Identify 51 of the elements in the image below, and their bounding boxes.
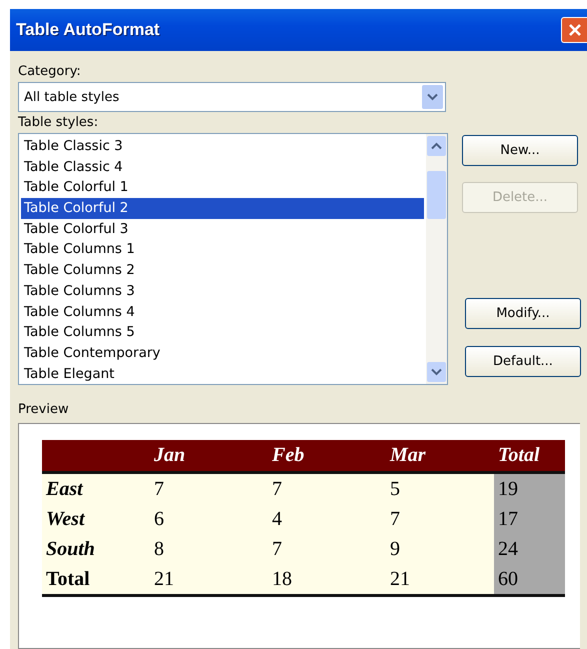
list-item[interactable]: Table Columns 2: [21, 260, 424, 281]
dialog-button[interactable]: New...: [462, 135, 578, 166]
category-label: Category:: [18, 64, 82, 79]
table-cell: 7: [268, 534, 386, 564]
table-cell: 7: [268, 472, 386, 504]
chevron-down-icon[interactable]: [431, 368, 442, 376]
table-styles-label: Table styles:: [18, 115, 100, 130]
dialog-button[interactable]: Default...: [465, 346, 581, 377]
table-cell: 7: [150, 472, 268, 504]
list-item[interactable]: Table Columns 4: [21, 302, 424, 322]
list-item[interactable]: Table Colorful 1: [21, 177, 424, 198]
dialog-button[interactable]: Modify...: [465, 298, 581, 329]
table-cell: 9: [386, 534, 494, 564]
table-cell: 24: [494, 534, 565, 564]
row-label: East: [42, 472, 150, 504]
list-item[interactable]: Table Colorful 3: [21, 218, 424, 240]
close-icon: [566, 22, 582, 38]
table-cell: 8: [150, 534, 268, 564]
list-item[interactable]: Table Columns 3: [21, 280, 424, 302]
scrollbar[interactable]: [426, 134, 447, 384]
chevron-down-icon: [427, 93, 438, 101]
column-header: Total: [494, 440, 565, 472]
window-title: Table AutoFormat: [15, 20, 160, 40]
column-header: Mar: [386, 440, 494, 472]
preview-label: Preview: [18, 402, 70, 417]
table-cell: 21: [150, 564, 268, 596]
row-label: Total: [42, 564, 150, 596]
list-item[interactable]: Table Columns 1: [21, 239, 424, 260]
table-cell: 60: [494, 564, 565, 596]
category-dropdown[interactable]: All table styles: [18, 82, 446, 112]
close-button[interactable]: [561, 17, 587, 43]
list-item[interactable]: Table Elegant: [21, 364, 424, 384]
list-item[interactable]: Table Classic 4: [21, 156, 424, 178]
list-item[interactable]: Table Colorful 2: [21, 198, 424, 219]
row-label: West: [42, 504, 150, 534]
table-cell: 4: [268, 504, 386, 534]
table-cell: 18: [268, 564, 386, 596]
table-cell: 17: [494, 504, 565, 534]
table-cell: 5: [386, 472, 494, 504]
list-item[interactable]: Table Classic 3: [21, 136, 424, 157]
list-item[interactable]: Table Contemporary: [21, 342, 424, 364]
chevron-up-icon[interactable]: [431, 142, 442, 150]
row-label: South: [42, 534, 150, 564]
table-cell: 19: [494, 472, 565, 504]
column-header: Jan: [150, 440, 268, 472]
scrollbar-thumb[interactable]: [427, 171, 446, 219]
table-cell: 7: [386, 504, 494, 534]
table-cell: 6: [150, 504, 268, 534]
table-cell: 21: [386, 564, 494, 596]
list-item[interactable]: Table Columns 5: [21, 322, 424, 343]
column-header: Feb: [268, 440, 386, 472]
